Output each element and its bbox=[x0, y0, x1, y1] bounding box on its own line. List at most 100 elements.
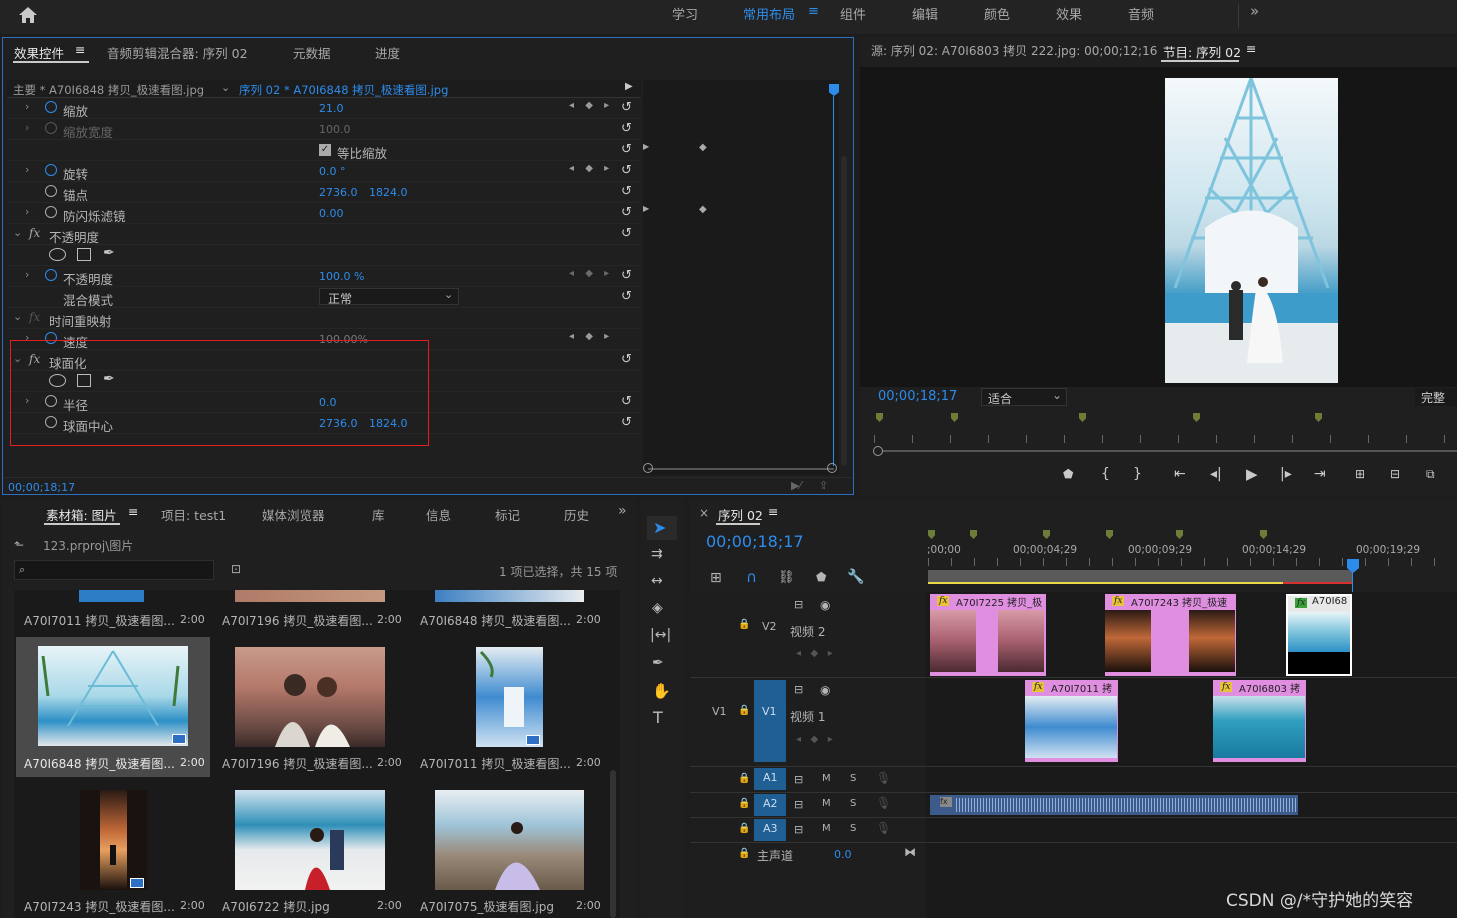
filter-icon[interactable]: ▶⁄ bbox=[791, 479, 801, 492]
snap-icon[interactable]: ∩ bbox=[746, 568, 757, 586]
workspace-editing[interactable]: 编辑 bbox=[912, 4, 938, 23]
stopwatch-icon[interactable] bbox=[45, 101, 57, 113]
vertical-scrollbar[interactable] bbox=[841, 156, 847, 466]
bin-grid[interactable]: A70I7011 拷贝_极速看图... 2:00 A70I7196 拷贝_极速看… bbox=[14, 590, 620, 918]
property-value[interactable]: 21.0 bbox=[319, 102, 344, 115]
stopwatch-icon[interactable] bbox=[45, 206, 57, 218]
bin-item-name[interactable]: A70I7075_极速看图.jpg bbox=[420, 898, 554, 915]
property-value[interactable]: 100.0 % bbox=[319, 270, 364, 283]
panel-menu-icon[interactable]: ≡ bbox=[128, 504, 138, 519]
bin-item-name[interactable]: A70I7011 拷贝_极速看图... bbox=[24, 612, 175, 629]
settings-wrench-icon[interactable]: 🔧 bbox=[847, 569, 864, 585]
reset-icon[interactable]: ↺ bbox=[621, 352, 632, 367]
lock-icon[interactable]: 🔒 bbox=[738, 619, 750, 630]
step-back-icon[interactable]: ◂| bbox=[1210, 466, 1222, 482]
workspace-audio[interactable]: 音频 bbox=[1128, 4, 1154, 23]
zoom-handle-left[interactable] bbox=[873, 446, 883, 456]
type-tool-icon[interactable]: T bbox=[653, 708, 663, 727]
tab-project[interactable]: 项目: test1 bbox=[161, 505, 226, 524]
marker-icon[interactable] bbox=[1260, 530, 1267, 539]
keyframe-nav-icon[interactable]: ◂ ◆ ▸ bbox=[569, 100, 613, 111]
reset-icon[interactable]: ↺ bbox=[621, 394, 632, 409]
linked-selection-icon[interactable]: ⛓ bbox=[778, 570, 795, 585]
nest-icon[interactable]: ⊞ bbox=[710, 570, 722, 586]
property-value-x[interactable]: 2736.0 bbox=[319, 186, 358, 199]
zoom-handle-left[interactable] bbox=[643, 463, 653, 473]
marker-icon[interactable] bbox=[1079, 413, 1086, 422]
source-patch-v1[interactable]: V1 bbox=[712, 705, 727, 718]
bin-item-name[interactable]: A70I6722 拷贝.jpg bbox=[222, 898, 330, 915]
marker-icon[interactable] bbox=[876, 413, 883, 422]
bin-thumb-partial[interactable] bbox=[435, 590, 584, 602]
tab-media-browser[interactable]: 媒体浏览器 bbox=[262, 505, 325, 524]
more-tabs-icon[interactable]: » bbox=[618, 503, 627, 519]
overwrite-icon[interactable]: ⊟ bbox=[1390, 467, 1400, 481]
stopwatch-icon[interactable] bbox=[45, 269, 57, 281]
collapse-chevron-icon[interactable]: ⌄ bbox=[13, 310, 22, 323]
microphone-icon[interactable]: 🎙 bbox=[876, 771, 891, 785]
timeline-clip-selected[interactable]: fx A70I68 bbox=[1286, 594, 1352, 676]
zoom-scrollbar[interactable] bbox=[648, 468, 834, 470]
zoom-handle-right[interactable] bbox=[827, 463, 837, 473]
close-icon[interactable]: × bbox=[699, 506, 709, 520]
track-target-a3[interactable]: A3 bbox=[754, 819, 786, 841]
reset-icon[interactable]: ↺ bbox=[621, 205, 632, 220]
tab-effect-controls[interactable]: 效果控件 bbox=[14, 43, 64, 62]
timeline-clip[interactable]: fx A70I6803 拷 bbox=[1213, 680, 1306, 762]
reset-icon[interactable]: ↺ bbox=[621, 289, 632, 304]
workspace-common-layout[interactable]: 常用布局 bbox=[743, 4, 795, 23]
tab-audio-clip-mixer[interactable]: 音频剪辑混合器: 序列 02 bbox=[107, 43, 248, 62]
marker-icon[interactable] bbox=[1176, 530, 1183, 539]
workspace-effects[interactable]: 效果 bbox=[1056, 4, 1082, 23]
master-volume-value[interactable]: 0.0 bbox=[834, 848, 852, 861]
reset-icon[interactable]: ↺ bbox=[621, 268, 632, 283]
bin-item-name[interactable]: A70I6848 拷贝_极速看图... bbox=[420, 612, 571, 629]
find-icon[interactable]: ⊡ bbox=[231, 562, 241, 576]
timeline-clip[interactable]: fx A70I7243 拷贝_极速 bbox=[1105, 594, 1236, 676]
tab-markers[interactable]: 标记 bbox=[495, 505, 520, 524]
sequence-clip-label[interactable]: 序列 02 * A70I6848 拷贝_极速看图.jpg bbox=[239, 82, 448, 98]
master-clip-label[interactable]: 主要 * A70I6848 拷贝_极速看图.jpg bbox=[13, 82, 204, 98]
slip-tool-icon[interactable]: |↔| bbox=[650, 627, 671, 643]
play-only-icon[interactable]: ▶ bbox=[625, 81, 633, 92]
sync-lock-icon[interactable]: ⊟ bbox=[794, 683, 803, 696]
bin-item-name[interactable]: A70I6848 拷贝_极速看图... bbox=[24, 755, 175, 772]
bin-thumbnail[interactable] bbox=[476, 647, 543, 747]
keyframe-nav-icon[interactable]: ◂ ◆ ▸ bbox=[569, 268, 613, 279]
current-timecode[interactable]: 00;00;18;17 bbox=[8, 481, 75, 494]
play-icon[interactable]: ▶ bbox=[1246, 465, 1258, 483]
go-to-out-icon[interactable]: ⇥ bbox=[1314, 466, 1326, 482]
razor-tool-icon[interactable]: ◈ bbox=[652, 600, 663, 616]
panel-menu-icon[interactable]: ≡ bbox=[1246, 41, 1256, 56]
panel-menu-icon[interactable]: ≡ bbox=[768, 504, 778, 519]
stopwatch-icon[interactable] bbox=[45, 164, 57, 176]
program-ruler[interactable] bbox=[874, 435, 1457, 443]
track-target-a2[interactable]: A2 bbox=[754, 794, 786, 816]
track-target-a1[interactable]: A1 bbox=[754, 768, 786, 790]
lock-icon[interactable]: 🔒 bbox=[738, 848, 750, 859]
quality-select[interactable]: 完整 bbox=[1415, 388, 1457, 406]
mute-button[interactable]: M bbox=[822, 773, 831, 784]
chevron-down-icon[interactable]: ⌄ bbox=[221, 81, 230, 94]
go-to-end-icon[interactable]: ⧓ bbox=[904, 845, 916, 859]
expand-chevron-icon[interactable]: › bbox=[25, 163, 29, 176]
lock-icon[interactable]: 🔒 bbox=[738, 773, 750, 784]
marker-icon[interactable] bbox=[1193, 413, 1200, 422]
export-frame-icon[interactable]: ⧉ bbox=[1426, 467, 1435, 482]
insert-icon[interactable]: ⊞ bbox=[1355, 467, 1365, 481]
keyframe-nav-icon[interactable]: ◂ ◆ ▸ bbox=[569, 163, 613, 174]
keyframe-nav-icon[interactable]: ◂ ◆ ▸ bbox=[796, 648, 833, 659]
bin-thumbnail[interactable] bbox=[80, 790, 147, 890]
tab-bin-pictures[interactable]: 素材箱: 图片 bbox=[46, 505, 117, 524]
stopwatch-icon[interactable] bbox=[45, 185, 57, 197]
reset-icon[interactable]: ↺ bbox=[621, 163, 632, 178]
solo-button[interactable]: S bbox=[850, 823, 856, 834]
microphone-icon[interactable]: 🎙 bbox=[876, 821, 891, 835]
mark-in-icon[interactable]: { bbox=[1101, 466, 1110, 482]
keyframe-nav-icon[interactable]: ◂ ◆ ▸ bbox=[796, 734, 833, 745]
ripple-edit-tool-icon[interactable]: ↔ bbox=[651, 573, 663, 589]
sync-lock-icon[interactable]: ⊟ bbox=[794, 823, 803, 836]
fx-icon[interactable]: fx bbox=[29, 226, 40, 240]
bin-scrollbar[interactable] bbox=[610, 770, 616, 918]
expand-chevron-icon[interactable]: › bbox=[25, 268, 29, 281]
